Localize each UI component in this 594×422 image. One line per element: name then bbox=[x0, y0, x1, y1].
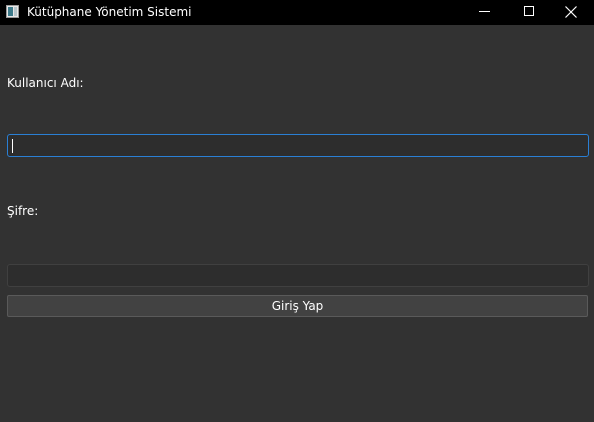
username-label: Kullanıcı Adı: bbox=[7, 76, 84, 90]
password-input[interactable] bbox=[7, 264, 589, 287]
text-caret bbox=[12, 139, 13, 153]
username-input[interactable] bbox=[7, 134, 589, 157]
login-button[interactable]: Giriş Yap bbox=[7, 295, 588, 317]
close-button[interactable] bbox=[548, 0, 594, 25]
title-bar[interactable]: Kütüphane Yönetim Sistemi bbox=[0, 0, 594, 25]
app-icon bbox=[6, 5, 19, 18]
maximize-button[interactable] bbox=[507, 0, 553, 25]
window-title: Kütüphane Yönetim Sistemi bbox=[27, 5, 192, 19]
close-icon bbox=[565, 6, 577, 18]
password-label: Şifre: bbox=[7, 204, 39, 218]
minimize-button[interactable] bbox=[462, 0, 508, 25]
